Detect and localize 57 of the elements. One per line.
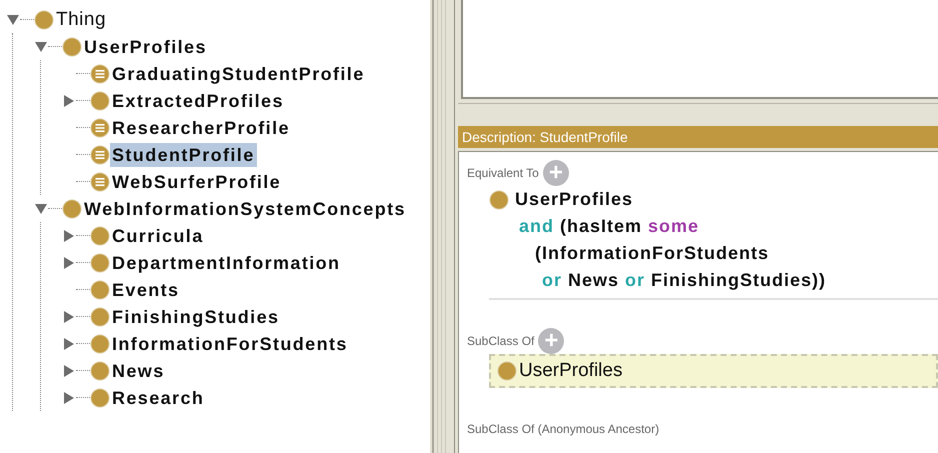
class-tree-item[interactable]: ResearcherProfile — [110, 116, 292, 140]
class-icon — [62, 36, 82, 56]
class-icon — [90, 226, 110, 246]
view-title: Description: StudentProfile — [462, 128, 628, 147]
expand-triangle-icon[interactable] — [62, 310, 76, 324]
expand-triangle-icon[interactable] — [62, 390, 76, 404]
expression-keyword: or — [625, 269, 646, 292]
collapse-triangle-icon[interactable] — [34, 202, 48, 216]
superclass-frame[interactable]: UserProfiles — [489, 354, 938, 388]
expand-triangle-icon[interactable] — [62, 336, 76, 350]
class-icon — [497, 361, 517, 381]
expand-triangle-icon[interactable] — [62, 228, 76, 242]
expand-triangle-icon[interactable] — [62, 364, 76, 378]
expression-keyword: and — [519, 215, 554, 238]
class-tree-item[interactable]: UserProfiles — [82, 34, 209, 58]
defined-class-icon — [90, 172, 110, 192]
class-tree-item[interactable]: InformationForStudents — [110, 332, 350, 356]
section-label: SubClass Of — [467, 333, 534, 350]
class-tree-item[interactable]: Events — [110, 278, 182, 302]
collapse-triangle-icon[interactable] — [34, 40, 48, 54]
class-tree-item[interactable]: DepartmentInformation — [110, 250, 342, 274]
class-tree-item[interactable]: Thing — [54, 8, 108, 32]
class-expression-frame[interactable]: UserProfiles and (hasItem some (InformationForStudents or News or FinishingStudies)) — [489, 186, 938, 300]
expand-triangle-icon[interactable] — [62, 256, 76, 270]
class-tree-item[interactable]: ExtractedProfiles — [110, 88, 286, 112]
class-icon — [34, 10, 54, 30]
class-tree-item[interactable]: WebSurferProfile — [110, 170, 284, 194]
section-label: SubClass Of (Anonymous Ancestor) — [467, 421, 660, 438]
class-icon — [90, 90, 110, 110]
class-icon — [90, 388, 110, 408]
expression-keyword: some — [648, 215, 700, 238]
class-icon — [62, 198, 82, 218]
class-icon — [90, 252, 110, 272]
expression-term: News — [568, 269, 620, 292]
class-tree-item[interactable]: StudentProfile — [110, 142, 257, 166]
class-icon — [90, 360, 110, 380]
class-icon — [90, 334, 110, 354]
defined-class-icon — [90, 64, 110, 84]
class-tree-item[interactable]: WebInformationSystemConcepts — [82, 196, 408, 220]
defined-class-icon — [90, 118, 110, 138]
expand-triangle-icon[interactable] — [62, 94, 76, 108]
class-icon — [90, 306, 110, 326]
expression-term: UserProfiles — [515, 188, 634, 211]
class-tree-item[interactable]: FinishingStudies — [110, 304, 282, 328]
section-label: Equivalent To — [467, 165, 539, 182]
class-tree-item[interactable]: News — [110, 358, 167, 382]
expression-term: (hasItem — [560, 215, 642, 238]
class-tree-item[interactable]: Curricula — [110, 224, 206, 248]
superclass-name: UserProfiles — [519, 358, 622, 383]
class-tree-item[interactable]: Research — [110, 386, 206, 410]
expression-term: (InformationForStudents — [535, 242, 769, 265]
expression-term: FinishingStudies)) — [651, 269, 826, 292]
defined-class-icon — [90, 144, 110, 164]
class-tree-item[interactable]: GraduatingStudentProfile — [110, 62, 367, 86]
expression-keyword: or — [542, 269, 562, 292]
collapse-triangle-icon[interactable] — [6, 12, 20, 26]
class-icon — [90, 280, 110, 300]
